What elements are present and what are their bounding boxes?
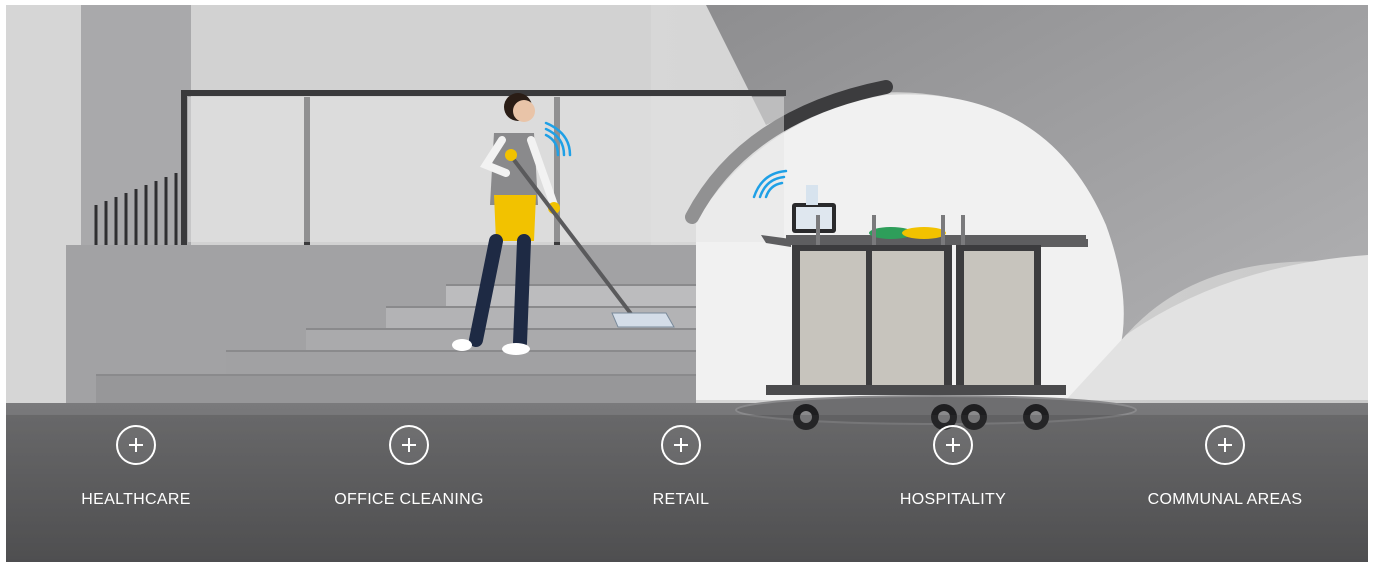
plus-circle-icon[interactable]: [661, 425, 701, 465]
category-communal-areas[interactable]: COMMUNAL AREAS: [1125, 425, 1325, 509]
plus-circle-icon[interactable]: [389, 425, 429, 465]
category-office-cleaning[interactable]: OFFICE CLEANING: [309, 425, 509, 509]
category-label: OFFICE CLEANING: [334, 491, 484, 508]
category-hospitality[interactable]: HOSPITALITY: [853, 425, 1053, 509]
category-list: HEALTHCARE OFFICE CLEANING RETAIL HOSPIT…: [6, 425, 1368, 525]
plus-circle-icon[interactable]: [933, 425, 973, 465]
category-retail[interactable]: RETAIL: [581, 425, 781, 509]
category-label: HOSPITALITY: [899, 491, 1007, 508]
category-healthcare[interactable]: HEALTHCARE: [36, 425, 236, 509]
plus-circle-icon[interactable]: [1205, 425, 1245, 465]
plus-circle-icon[interactable]: [116, 425, 156, 465]
category-label: RETAIL: [652, 491, 710, 508]
category-label: HEALTHCARE: [81, 491, 191, 508]
category-label: COMMUNAL AREAS: [1147, 491, 1303, 508]
hero-banner: HEALTHCARE OFFICE CLEANING RETAIL HOSPIT…: [6, 5, 1368, 562]
